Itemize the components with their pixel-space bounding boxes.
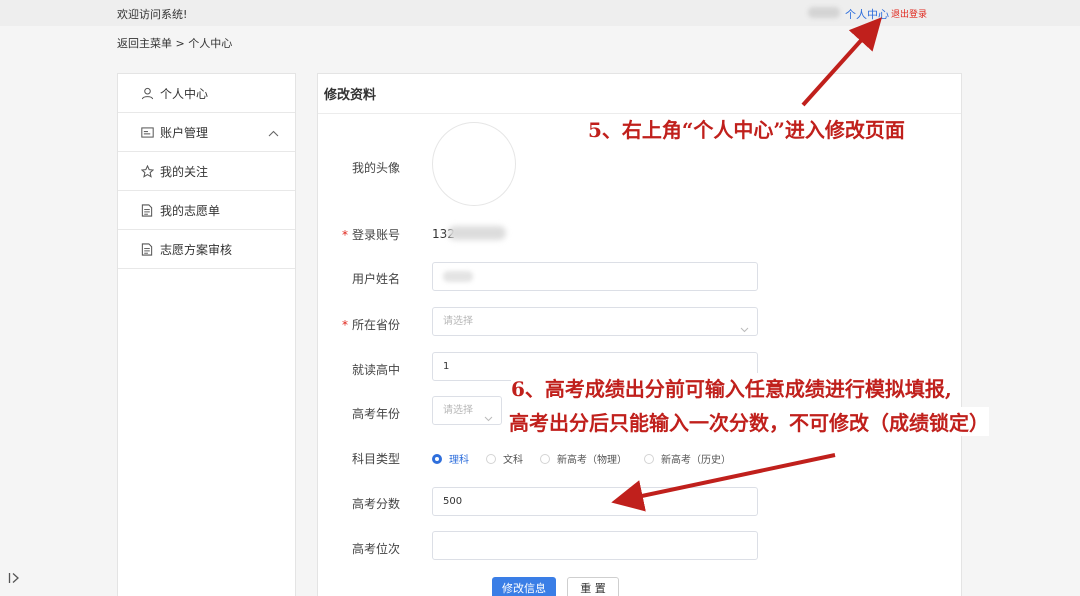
chevron-down-icon <box>740 317 749 344</box>
document-icon <box>140 242 154 256</box>
panel-title: 修改资料 <box>318 74 961 114</box>
sidebar-item-label: 账户管理 <box>160 125 209 140</box>
rank-input[interactable] <box>432 531 758 560</box>
annotation-step-6-line-1: 6、高考成绩出分前可输入任意成绩进行模拟填报, <box>511 373 952 402</box>
document-icon <box>140 203 154 217</box>
province-label: * 所在省份 <box>341 318 400 332</box>
sidebar-item-plan-review[interactable]: 志愿方案审核 <box>118 230 295 269</box>
logout-link[interactable]: 退出登录 <box>891 7 927 20</box>
avatar-label: 我的头像 <box>351 161 400 175</box>
sidebar-item-label: 我的关注 <box>160 164 209 179</box>
star-icon <box>140 164 154 178</box>
name-input[interactable] <box>432 262 758 291</box>
year-label: 高考年份 <box>351 407 400 421</box>
avatar[interactable] <box>432 122 516 206</box>
welcome-text: 欢迎访问系统! <box>117 8 188 21</box>
radio-dot <box>540 453 550 464</box>
username-redacted <box>808 7 840 18</box>
account-redacted <box>448 226 506 240</box>
id-card-icon <box>140 125 154 139</box>
name-redacted <box>443 271 473 282</box>
user-icon <box>140 86 154 100</box>
account-label: * 登录账号 <box>341 228 400 242</box>
chevron-down-icon <box>484 406 493 433</box>
score-input[interactable]: 500 <box>432 487 758 516</box>
reset-button[interactable]: 重 置 <box>567 577 619 596</box>
annotation-step-5: 5、右上角“个人中心”进入修改页面 <box>588 114 905 143</box>
rank-label: 高考位次 <box>351 542 400 556</box>
province-select[interactable]: 请选择 <box>432 307 758 336</box>
sidebar-item-my-applications[interactable]: 我的志愿单 <box>118 191 295 230</box>
sidebar-item-label: 志愿方案审核 <box>160 242 233 257</box>
radio-science[interactable]: 理科 <box>432 451 469 466</box>
year-select[interactable]: 请选择 <box>432 396 502 425</box>
submit-button[interactable]: 修改信息 <box>492 577 556 596</box>
name-label: 用户姓名 <box>351 272 400 286</box>
annotation-step-6-line-2: 高考出分后只能输入一次分数，不可修改（成绩锁定） <box>509 407 989 436</box>
sidebar-item-my-follows[interactable]: 我的关注 <box>118 152 295 191</box>
radio-dot <box>432 453 442 464</box>
top-bar: 欢迎访问系统! 个人中心 退出登录 <box>0 0 1080 26</box>
school-label: 就读高中 <box>351 363 400 377</box>
required-mark: * <box>341 318 348 332</box>
radio-dot <box>486 453 496 464</box>
chevron-up-icon[interactable] <box>268 126 279 140</box>
radio-dot <box>644 453 654 464</box>
subject-label: 科目类型 <box>351 452 400 466</box>
sidebar-item-account-management[interactable]: 账户管理 <box>118 113 295 152</box>
edit-profile-panel: 修改资料 我的头像 * 登录账号 132 用户姓名 * 所在省份 请选择 就读高中 … <box>317 73 962 596</box>
radio-arts[interactable]: 文科 <box>486 451 523 466</box>
personal-center-link[interactable]: 个人中心 <box>845 6 889 22</box>
breadcrumb[interactable]: 返回主菜单 > 个人中心 <box>117 35 232 51</box>
sidebar-item-label: 我的志愿单 <box>160 203 221 218</box>
sidebar: 个人中心 账户管理 我的关注 我的志愿单 志愿方案审核 <box>117 73 296 596</box>
subject-radio-group: 理科 文科 新高考（物理） 新高考（历史） <box>432 451 748 466</box>
sidebar-item-label: 个人中心 <box>160 86 209 101</box>
score-label: 高考分数 <box>351 497 400 511</box>
radio-new-physics[interactable]: 新高考（物理） <box>540 451 627 466</box>
radio-new-history[interactable]: 新高考（历史） <box>644 451 731 466</box>
sidebar-item-personal-center[interactable]: 个人中心 <box>118 74 295 113</box>
sidebar-toggle-icon[interactable] <box>8 572 20 588</box>
required-mark: * <box>341 228 348 242</box>
